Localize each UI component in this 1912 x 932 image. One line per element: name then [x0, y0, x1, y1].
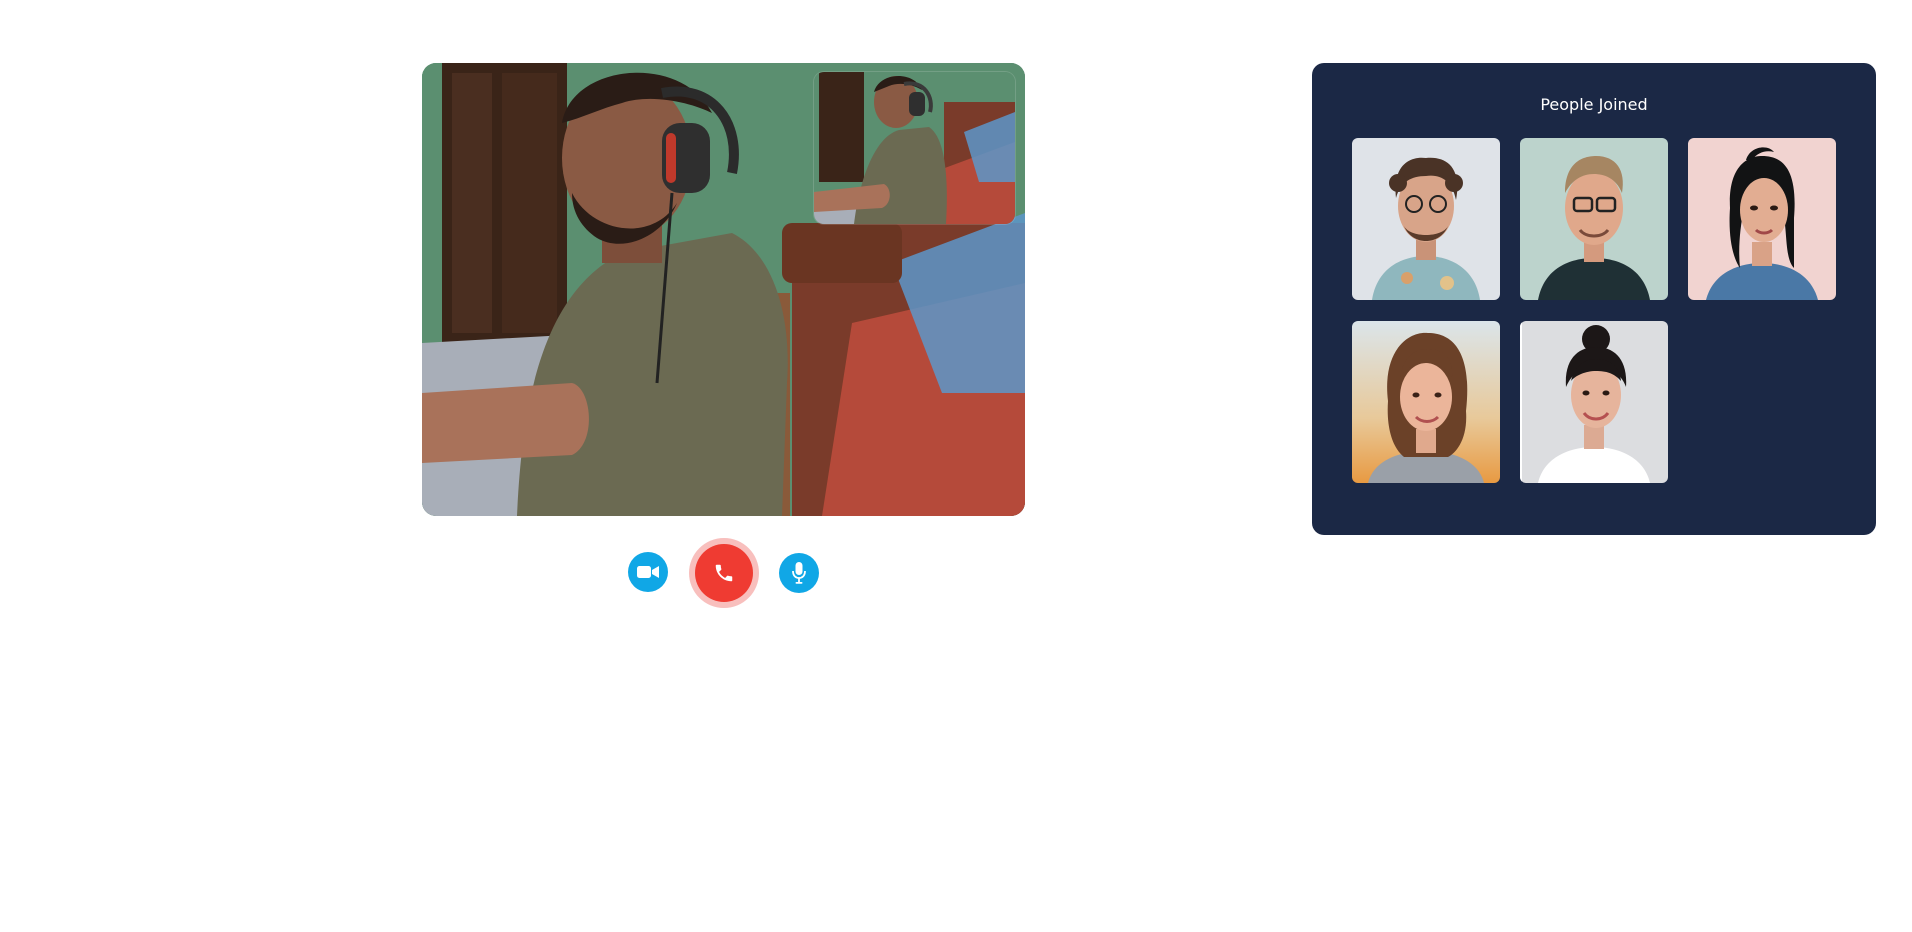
- participant-avatar-2[interactable]: [1520, 138, 1668, 300]
- participant-avatar-5[interactable]: [1520, 321, 1668, 483]
- avatar-dark-hair-bun-icon: [1688, 138, 1836, 300]
- microphone-icon: [792, 562, 806, 584]
- self-view-feed: [814, 72, 1015, 224]
- microphone-toggle-button[interactable]: [779, 553, 819, 593]
- self-view-video[interactable]: [814, 72, 1015, 224]
- people-joined-title: People Joined: [1540, 95, 1648, 114]
- participant-avatar-3[interactable]: [1688, 138, 1836, 300]
- end-call-button-inner: [695, 544, 753, 602]
- participant-avatar-1[interactable]: [1352, 138, 1500, 300]
- avatar-curly-hair-glasses-icon: [1352, 138, 1500, 300]
- video-camera-icon: [637, 566, 659, 578]
- avatar-short-hair-glasses-icon: [1520, 138, 1668, 300]
- end-call-button[interactable]: [689, 538, 759, 608]
- phone-icon: [715, 564, 733, 582]
- avatar-hair-bun-white-top-icon: [1520, 321, 1668, 483]
- main-video[interactable]: [422, 63, 1025, 516]
- camera-toggle-button[interactable]: [628, 552, 668, 592]
- avatar-wavy-hair-icon: [1352, 321, 1500, 483]
- people-joined-panel: People Joined: [1312, 63, 1876, 535]
- participant-avatar-4[interactable]: [1352, 321, 1500, 483]
